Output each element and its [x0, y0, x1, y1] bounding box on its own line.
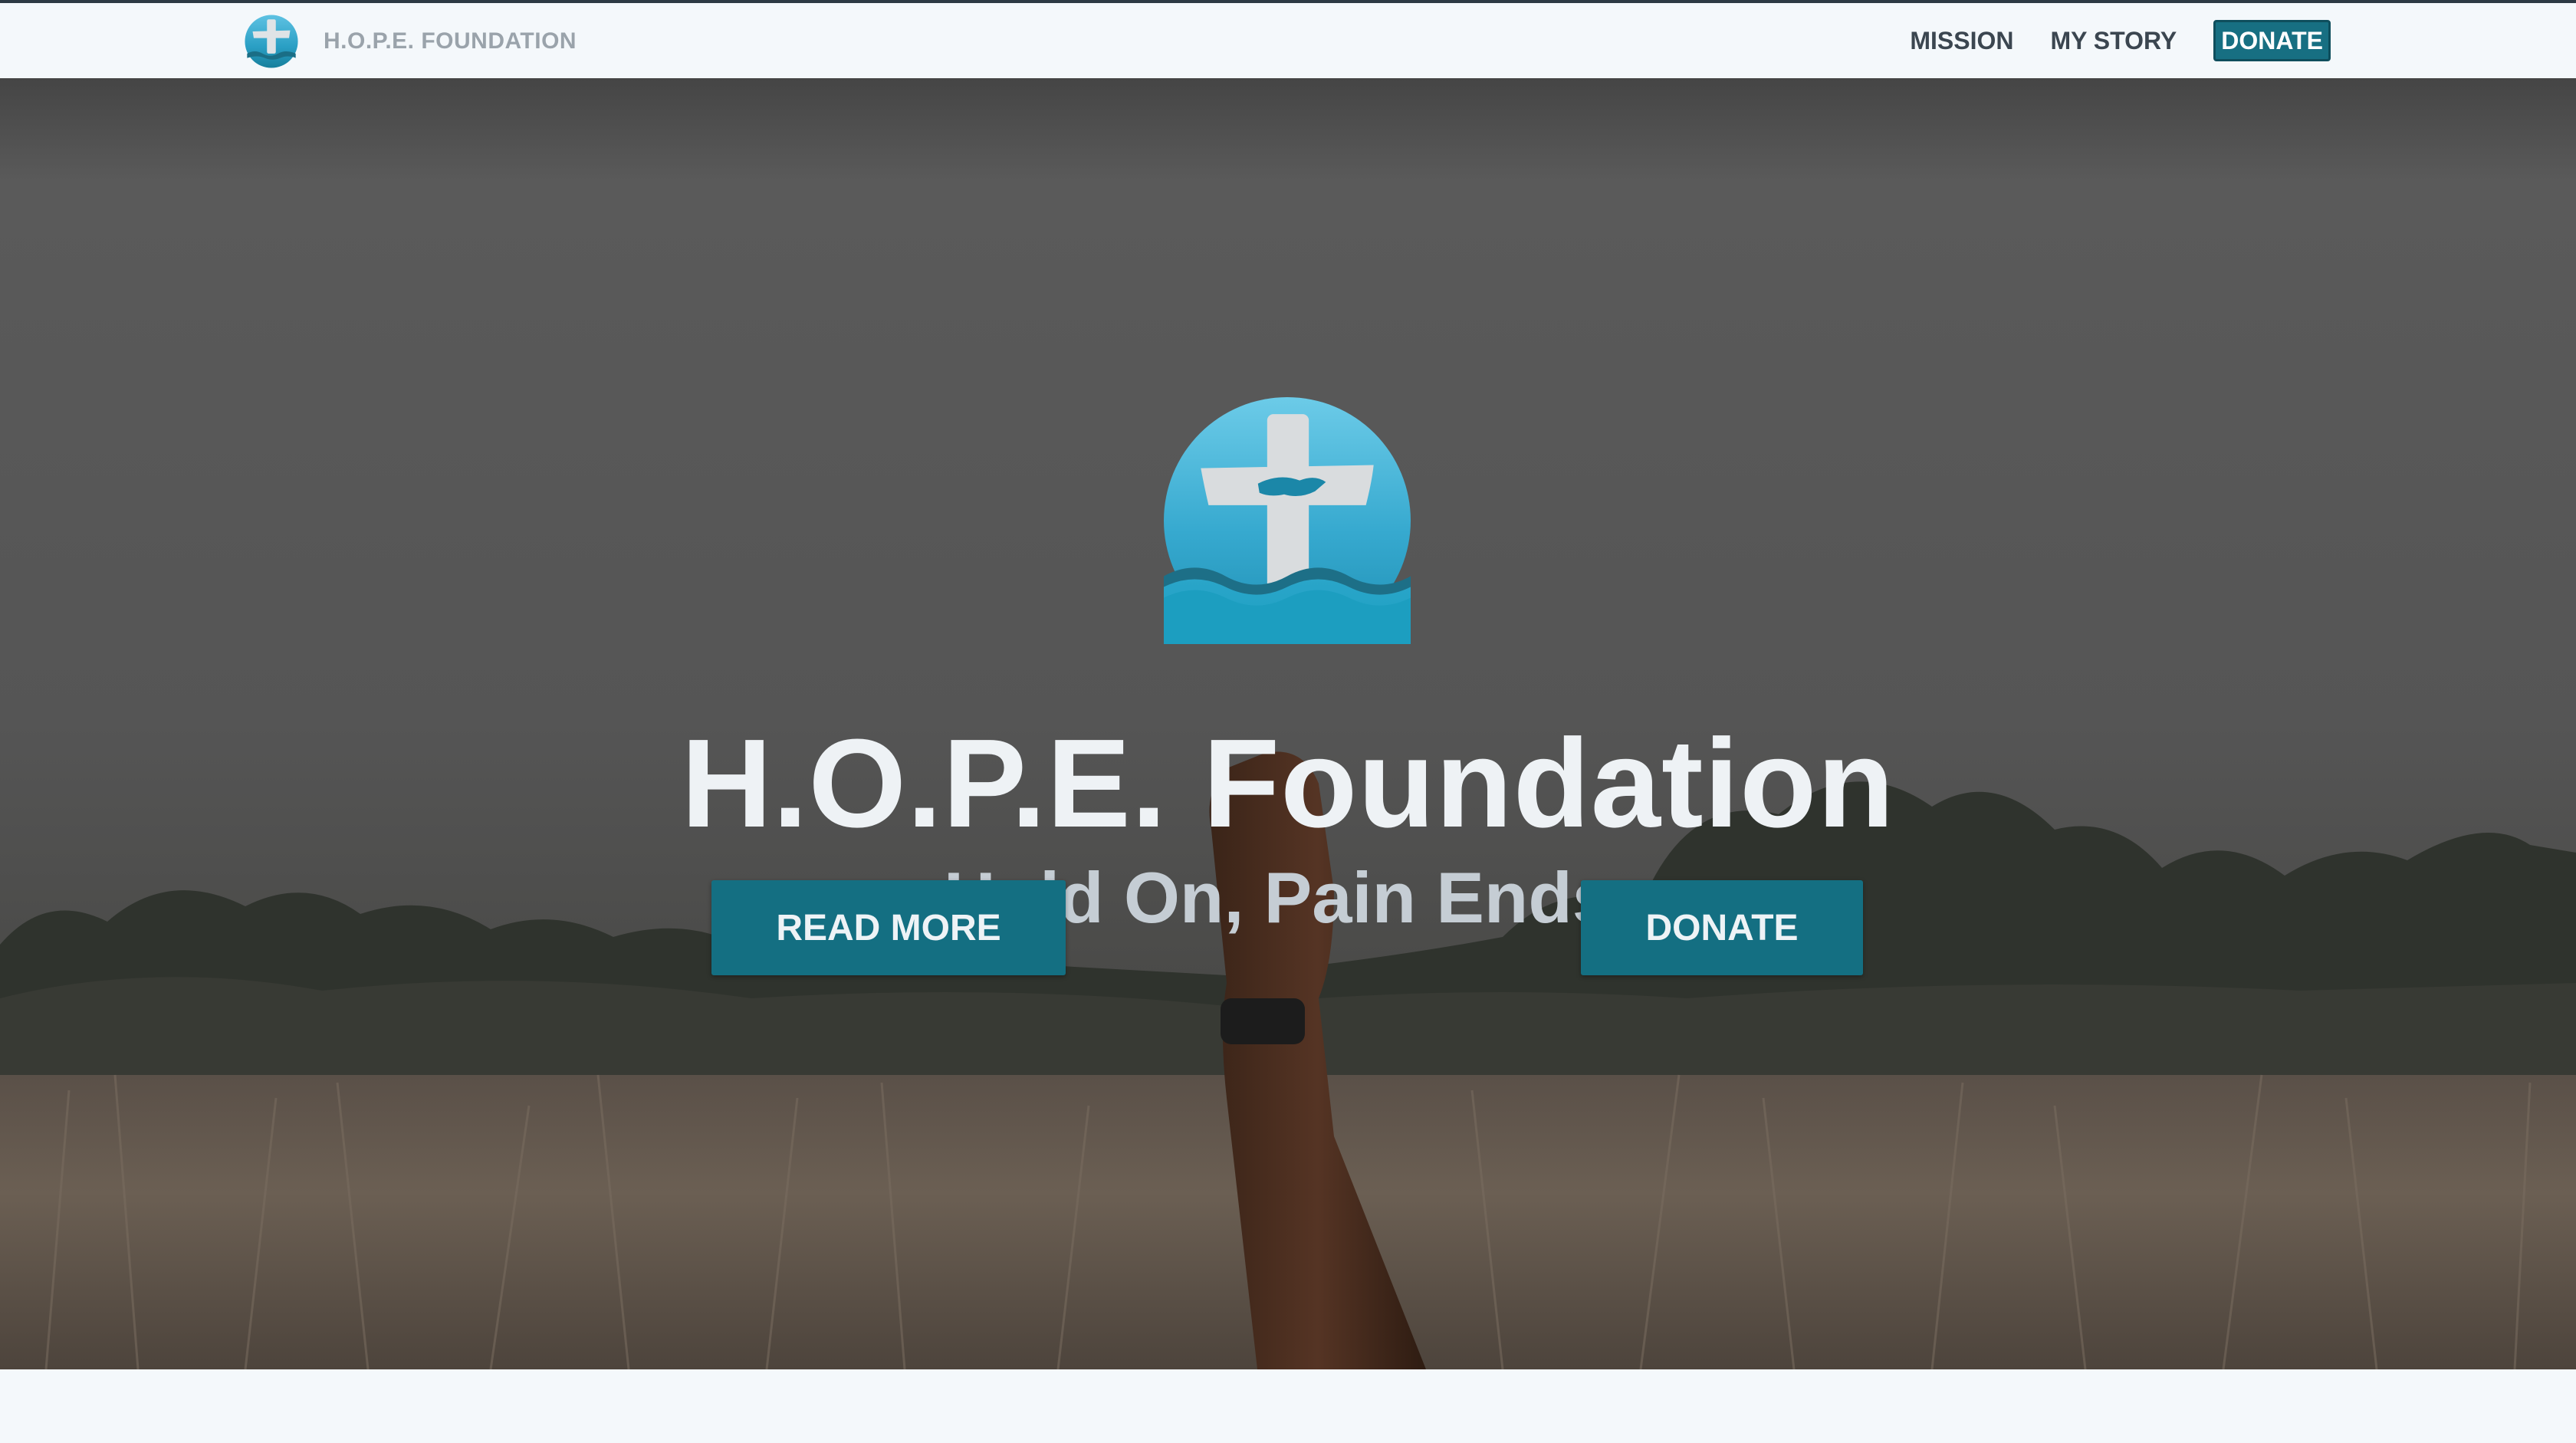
hero-subtitle: Hold On, Pain Ends. [943, 857, 1633, 938]
navbar: H.O.P.E. FOUNDATION MISSION MY STORY DON… [0, 3, 2576, 78]
read-more-button[interactable]: READ MORE [711, 880, 1066, 975]
nav-my-story[interactable]: MY STORY [2050, 27, 2177, 55]
cross-handshake-logo-icon [1164, 397, 1411, 644]
nav-donate-button[interactable]: DONATE [2213, 20, 2331, 61]
page-bottom [0, 1369, 2576, 1443]
nav-mission[interactable]: MISSION [1910, 27, 2013, 55]
brand-name: H.O.P.E. FOUNDATION [324, 28, 577, 54]
main-nav: MISSION MY STORY DONATE [1873, 19, 2331, 62]
hero-donate-button[interactable]: DONATE [1581, 880, 1863, 975]
cross-logo-icon [245, 15, 298, 68]
hero-section: H.O.P.E. Foundation Hold On, Pain Ends. … [0, 78, 2576, 1369]
brand-link[interactable]: H.O.P.E. FOUNDATION [244, 14, 577, 69]
hero-title: H.O.P.E. Foundation [681, 713, 1895, 853]
